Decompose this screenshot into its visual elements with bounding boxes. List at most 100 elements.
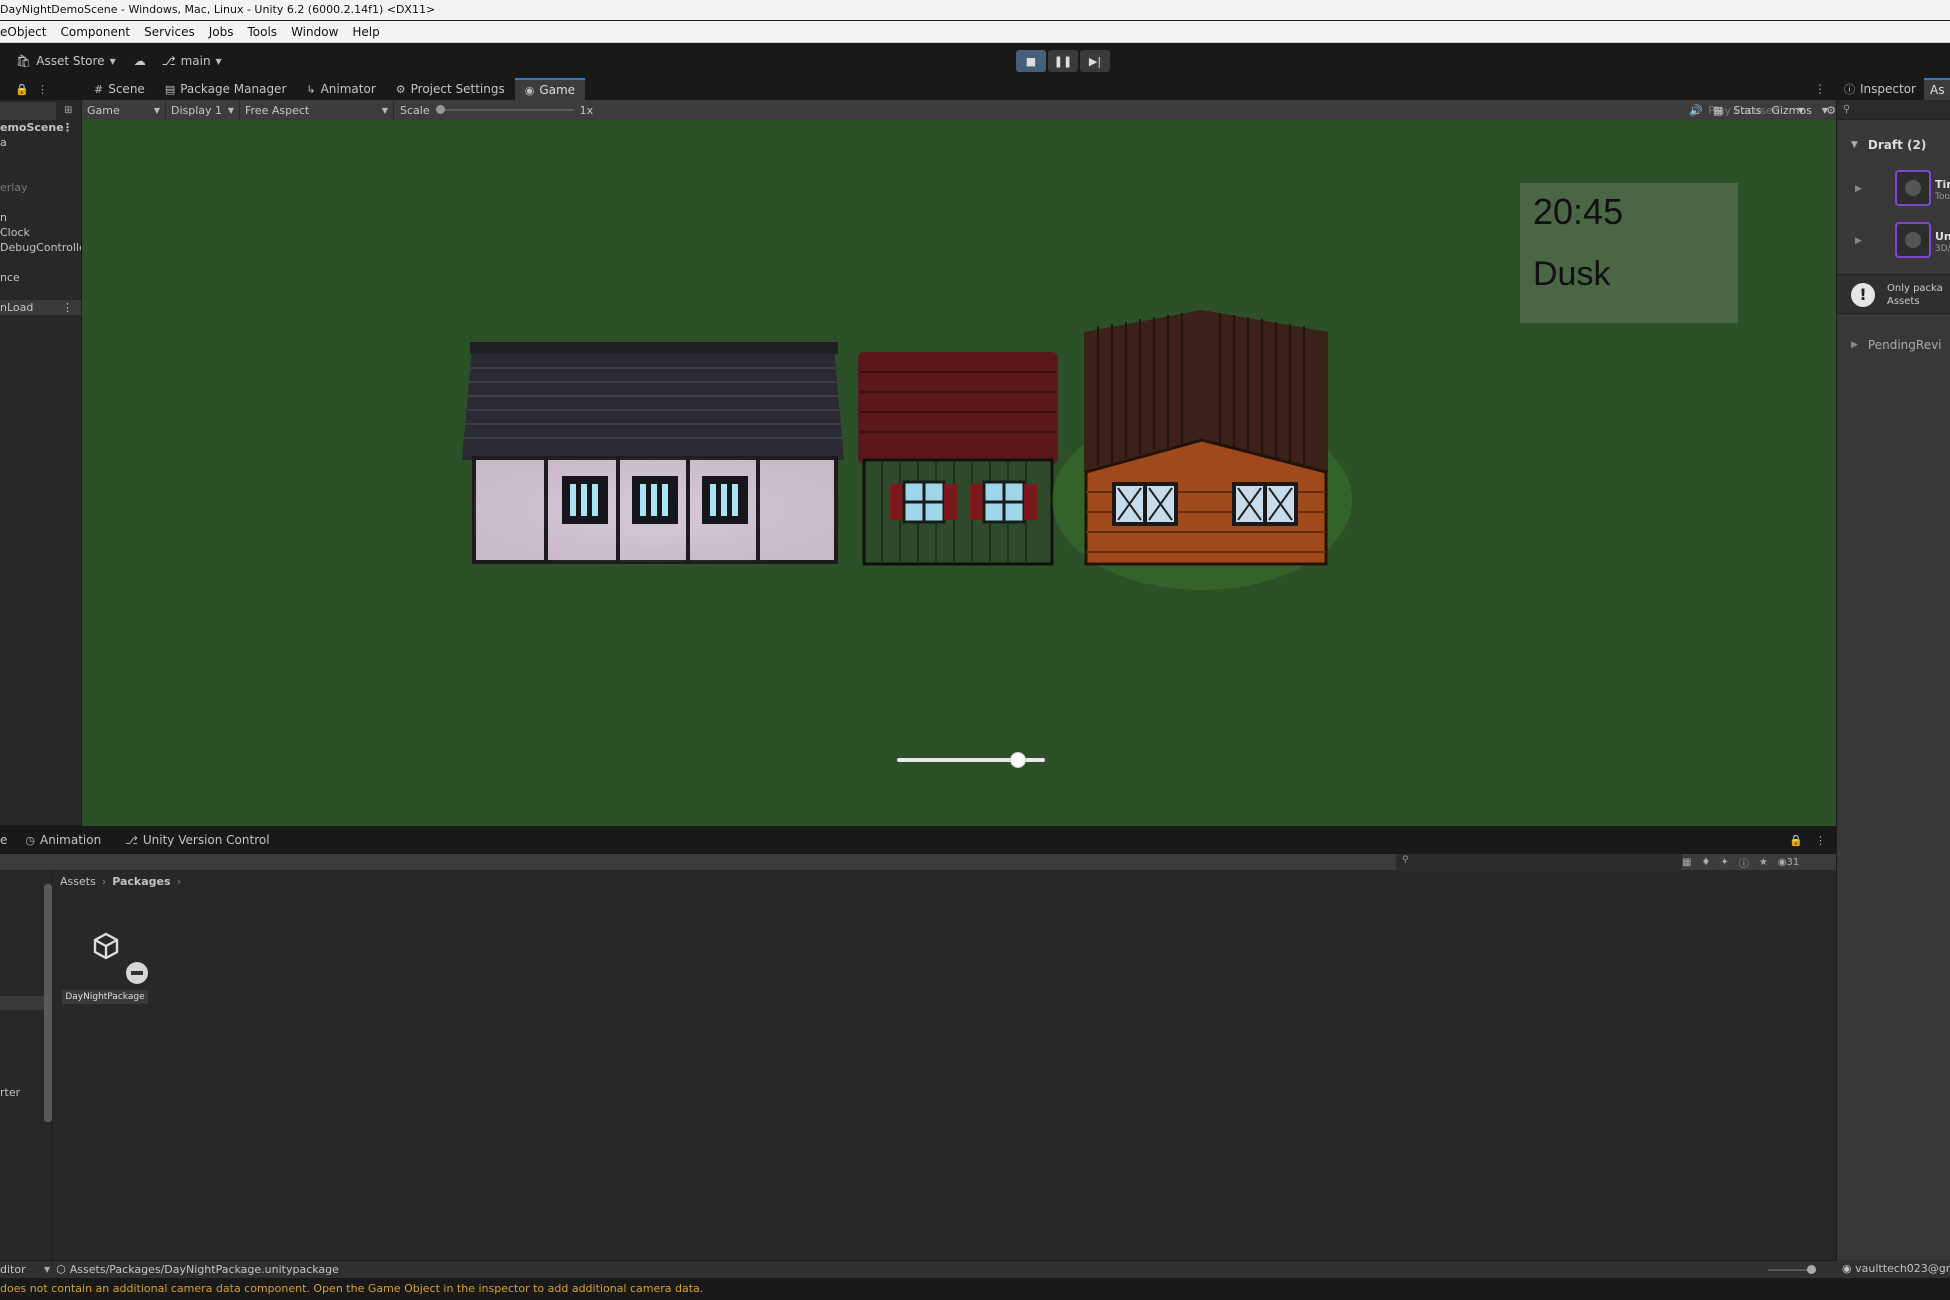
info-icon[interactable]: ⓘ — [1739, 855, 1749, 870]
status-bar[interactable]: does not contain an additional camera da… — [0, 1278, 1950, 1300]
hierarchy-row[interactable]: erlay — [0, 180, 81, 195]
hierarchy-row-label: emoScene — [0, 121, 64, 134]
draft-header-label: Draft (2) — [1867, 138, 1927, 152]
inspector-search[interactable]: ⚲ — [1837, 100, 1950, 120]
hierarchy-row[interactable] — [0, 255, 81, 270]
tab-asset-store[interactable]: As — [1923, 78, 1950, 100]
hierarchy-row[interactable] — [0, 150, 81, 165]
more-icon[interactable]: ⋮ — [62, 300, 73, 315]
chevron-down-icon: ▼ — [381, 105, 388, 115]
house-white — [462, 342, 844, 564]
menu-services[interactable]: Services — [137, 21, 202, 43]
game-mode-label: Game — [87, 103, 120, 117]
hierarchy-row[interactable] — [0, 285, 81, 300]
stats-button[interactable]: Stats — [1733, 104, 1761, 117]
hierarchy-row[interactable] — [0, 195, 81, 210]
asset-tile[interactable]: DayNightPackage — [62, 932, 148, 1004]
game-mode-select[interactable]: Game ▼ — [82, 101, 166, 119]
zoom-slider-knob[interactable] — [1807, 1265, 1816, 1274]
star-icon[interactable]: ★ — [1759, 857, 1768, 868]
step-button[interactable]: ▶| — [1080, 50, 1110, 72]
hierarchy-search[interactable] — [0, 102, 56, 120]
draft-header[interactable]: ▼ Draft (2) — [1851, 138, 1926, 152]
time-slider[interactable] — [897, 752, 1045, 768]
draft-item-title: Unti — [1935, 230, 1950, 243]
tab-animator[interactable]: ↳ Animator — [296, 78, 385, 100]
hierarchy-row-label: DebugController — [0, 241, 82, 254]
tab-project[interactable]: e — [0, 829, 11, 851]
aspect-select[interactable]: Free Aspect ▼ — [240, 101, 394, 119]
tab-scene[interactable]: # Scene — [84, 78, 155, 100]
tab-game[interactable]: ◉ Game — [514, 78, 586, 100]
breadcrumb-assets[interactable]: Assets — [60, 875, 96, 888]
filter-label-icon[interactable]: ♦ — [1701, 857, 1710, 868]
chevron-down-icon[interactable]: ▼ — [1822, 106, 1828, 115]
aspect-label: Free Aspect — [245, 103, 310, 117]
hierarchy-row[interactable]: a — [0, 135, 81, 150]
asset-thumbnail — [1895, 170, 1931, 206]
folder-row-selected[interactable] — [0, 996, 44, 1010]
filter-type-icon[interactable]: ▦ — [1682, 857, 1691, 868]
asset-store-button[interactable]: 🛍 Asset Store ▼ — [10, 50, 122, 72]
main-toolbar: 🛍 Asset Store ▼ ☁ ⎇ main ▼ ■ ❚❚ ▶| — [0, 44, 1950, 78]
more-icon[interactable]: ⋮ — [62, 120, 73, 135]
tab-version-control[interactable]: ⎇ Unity Version Control — [111, 829, 279, 851]
hierarchy-row[interactable]: n — [0, 210, 81, 225]
project-search[interactable]: ⚲ — [1396, 854, 1682, 870]
tab-animation[interactable]: ◷ Animation — [11, 829, 111, 851]
lock-icon[interactable]: 🔒 — [15, 83, 29, 96]
warning-line-1: Only packa — [1887, 283, 1943, 294]
branch-icon: ⎇ — [161, 54, 176, 68]
hierarchy-row[interactable] — [0, 165, 81, 180]
chevron-down-icon[interactable]: ▼ — [44, 1265, 50, 1274]
tab-package-manager[interactable]: ▤ Package Manager — [155, 78, 297, 100]
scale-slider[interactable] — [435, 105, 574, 114]
chevron-right-icon: › — [101, 874, 107, 888]
folder-label[interactable]: rter — [0, 1086, 20, 1099]
pending-review-header[interactable]: ▶ PendingRevi — [1851, 338, 1942, 352]
breadcrumb-packages[interactable]: Packages — [112, 875, 170, 888]
menu-window[interactable]: Window — [284, 21, 345, 43]
hierarchy-row[interactable]: nce — [0, 270, 81, 285]
more-icon[interactable]: ⋮ — [1815, 834, 1836, 847]
tab-project-settings[interactable]: ⚙ Project Settings — [386, 78, 515, 100]
zoom-slider[interactable] — [1768, 1265, 1816, 1274]
draft-item[interactable]: ▶ Unti 3D/F — [1837, 222, 1950, 272]
lock-icon[interactable]: 🔒 — [1789, 834, 1815, 847]
cloud-button[interactable]: ☁ — [128, 50, 152, 72]
branch-selector[interactable]: ⎇ main ▼ — [156, 50, 228, 72]
more-icon[interactable]: ⋮ — [37, 83, 48, 96]
pause-button[interactable]: ❚❚ — [1048, 50, 1078, 72]
tag-icon[interactable]: ✦ — [1720, 857, 1728, 868]
game-viewport[interactable]: 20:45 Dusk — [82, 120, 1836, 826]
display-select[interactable]: Display 1 ▼ — [166, 101, 240, 119]
tab-project-label: e — [0, 833, 8, 847]
hierarchy-row-scene[interactable]: emoScene ⋮ — [0, 120, 81, 135]
viewport-icon[interactable]: ▦ — [1713, 104, 1723, 117]
tab-inspector[interactable]: ⓘ Inspector — [1836, 78, 1924, 100]
gizmos-button[interactable]: Gizmos — [1771, 104, 1812, 117]
more-icon[interactable]: ⋮ — [1814, 78, 1836, 100]
menu-bar: eObject Component Services Jobs Tools Wi… — [0, 21, 1950, 43]
tab-version-control-label: Unity Version Control — [142, 833, 270, 847]
account-indicator[interactable]: ◉ vaulttech023@gr — [1836, 1260, 1950, 1278]
menu-help[interactable]: Help — [345, 21, 386, 43]
hierarchy-row-selected[interactable]: nLoad ⋮ — [0, 300, 81, 315]
audio-icon[interactable]: 🔊 — [1689, 104, 1703, 117]
stop-button[interactable]: ■ — [1016, 50, 1046, 72]
unity-package-icon — [92, 932, 120, 960]
menu-component[interactable]: Component — [53, 21, 137, 43]
hierarchy-row[interactable]: Clock — [0, 225, 81, 240]
menu-jobs[interactable]: Jobs — [202, 21, 241, 43]
create-icon[interactable]: ⊞ — [64, 105, 72, 116]
hidden-count: ◉31 — [1778, 857, 1799, 868]
hierarchy-row-label: erlay — [0, 181, 28, 194]
hierarchy-row[interactable]: DebugController — [0, 240, 81, 255]
draft-item[interactable]: ▶ Tim Tool — [1837, 170, 1950, 220]
selected-asset-path: Assets/Packages/DayNightPackage.unitypac… — [69, 1263, 339, 1276]
menu-tools[interactable]: Tools — [241, 21, 285, 43]
folder-scrollbar[interactable] — [44, 884, 52, 1122]
scale-slider-knob[interactable] — [435, 105, 445, 114]
menu-gameobject[interactable]: eObject — [0, 21, 53, 43]
chevron-down-icon: ▼ — [215, 56, 222, 66]
